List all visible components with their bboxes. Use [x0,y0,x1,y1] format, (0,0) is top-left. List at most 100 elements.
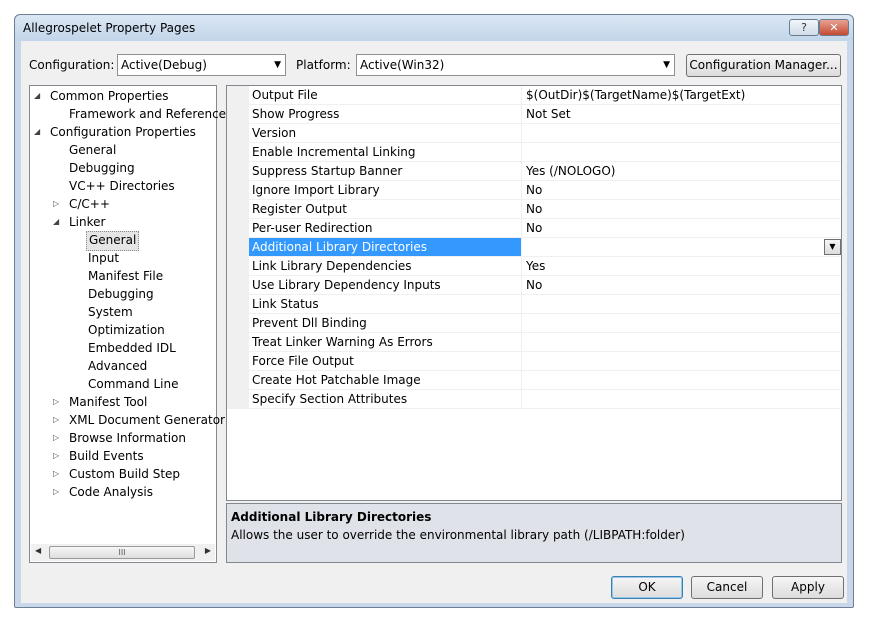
tree-item[interactable]: General [86,231,140,251]
property-value[interactable] [523,314,841,332]
property-row[interactable]: Suppress Startup Banner Yes (/NOLOGO) [249,162,841,181]
property-name[interactable]: Per-user Redirection [249,219,522,237]
property-name[interactable]: Link Library Dependencies [249,257,522,275]
property-value[interactable]: No [523,276,841,294]
property-row[interactable]: Use Library Dependency Inputs No [249,276,841,295]
property-grid[interactable]: Output File $(OutDir)$(TargetName)$(Targe… [226,85,842,501]
tree-item[interactable]: Configuration Properties [48,123,198,141]
property-name[interactable]: Force File Output [249,352,522,370]
tree-item[interactable]: VC++ Directories [67,177,177,195]
property-value[interactable] [523,390,841,408]
property-value[interactable] [523,333,841,351]
property-value[interactable] [523,124,841,142]
apply-button[interactable]: Apply [772,576,844,599]
tree-item[interactable]: Manifest Tool [67,393,149,411]
scroll-left-icon[interactable]: ◀ [35,546,41,555]
property-name[interactable]: Output File [249,86,522,104]
tree-item[interactable]: Manifest File [86,267,165,285]
tree-item[interactable]: General [67,141,118,159]
tree-item[interactable]: System [86,303,135,321]
property-name[interactable]: Enable Incremental Linking [249,143,522,161]
expand-arrow-icon[interactable]: ▷ [53,195,59,213]
property-tree[interactable]: ◢ Common Properties Framework and Referenc… [29,85,232,563]
property-value[interactable] [523,143,841,161]
ok-button[interactable]: OK [611,576,683,599]
property-name[interactable]: Link Status [249,295,522,313]
property-row[interactable]: Additional Library Directories ▼ [249,238,841,257]
title-bar[interactable]: Allegrospelet Property Pages ? ✕ [15,15,853,41]
property-row[interactable]: Prevent Dll Binding [249,314,841,333]
property-row[interactable]: Ignore Import Library No [249,181,841,200]
property-value[interactable] [523,352,841,370]
property-row[interactable]: Enable Incremental Linking [249,143,841,162]
tree-horizontal-scrollbar[interactable]: ◀ III ▶ [31,544,215,561]
tree-item[interactable]: Embedded IDL [86,339,178,357]
property-row[interactable]: Register Output No [249,200,841,219]
property-value[interactable]: Yes (/NOLOGO) [523,162,841,180]
property-name[interactable]: Show Progress [249,105,522,123]
property-name[interactable]: Version [249,124,522,142]
configuration-dropdown[interactable]: Active(Debug) ▼ [117,54,286,76]
scroll-thumb[interactable]: III [49,546,195,559]
expand-arrow-icon[interactable]: ▷ [53,411,59,429]
property-value[interactable]: No [523,219,841,237]
help-button[interactable]: ? [789,19,819,36]
property-value[interactable]: $(OutDir)$(TargetName)$(TargetExt) [523,86,841,104]
property-value[interactable]: Not Set [523,105,841,123]
collapse-arrow-icon[interactable]: ◢ [34,123,40,141]
property-row[interactable]: Treat Linker Warning As Errors [249,333,841,352]
property-value[interactable] [523,295,841,313]
tree-item[interactable]: Optimization [86,321,167,339]
tree-item[interactable]: XML Document Generator [67,411,227,429]
tree-item[interactable]: Input [86,249,121,267]
property-name[interactable]: Prevent Dll Binding [249,314,522,332]
tree-item[interactable]: Build Events [67,447,146,465]
property-name[interactable]: Use Library Dependency Inputs [249,276,522,294]
property-name[interactable]: Register Output [249,200,522,218]
property-row[interactable]: Link Library Dependencies Yes [249,257,841,276]
configuration-manager-button[interactable]: Configuration Manager... [686,54,841,77]
tree-item[interactable]: Code Analysis [67,483,155,501]
property-row[interactable]: Specify Section Attributes [249,390,841,409]
property-value[interactable]: No [523,200,841,218]
close-button[interactable]: ✕ [819,19,849,36]
property-name[interactable]: Additional Library Directories [249,238,522,256]
property-value[interactable]: No [523,181,841,199]
tree-item[interactable]: Command Line [86,375,181,393]
property-value[interactable] [523,238,841,256]
property-name[interactable]: Specify Section Attributes [249,390,522,408]
chevron-down-icon[interactable]: ▼ [824,239,841,255]
tree-item[interactable]: Common Properties [48,87,171,105]
tree-item[interactable]: Advanced [86,357,149,375]
property-row[interactable]: Force File Output [249,352,841,371]
tree-item[interactable]: C/C++ [67,195,112,213]
property-row[interactable]: Version [249,124,841,143]
property-row[interactable]: Link Status [249,295,841,314]
property-name[interactable]: Treat Linker Warning As Errors [249,333,522,351]
property-value[interactable]: Yes [523,257,841,275]
expand-arrow-icon[interactable]: ▷ [53,483,59,501]
property-name[interactable]: Ignore Import Library [249,181,522,199]
property-row[interactable]: Output File $(OutDir)$(TargetName)$(Targe… [249,86,841,105]
expand-arrow-icon[interactable]: ▷ [53,393,59,411]
collapse-arrow-icon[interactable]: ◢ [34,87,40,105]
tree-item[interactable]: Linker [67,213,107,231]
property-name[interactable]: Suppress Startup Banner [249,162,522,180]
tree-item[interactable]: Browse Information [67,429,188,447]
tree-item[interactable]: Debugging [67,159,137,177]
cancel-button[interactable]: Cancel [691,576,763,599]
collapse-arrow-icon[interactable]: ◢ [53,213,59,231]
platform-dropdown[interactable]: Active(Win32) ▼ [356,54,675,76]
property-row[interactable]: Per-user Redirection No [249,219,841,238]
expand-arrow-icon[interactable]: ▷ [53,465,59,483]
tree-item[interactable]: Custom Build Step [67,465,182,483]
property-value[interactable] [523,371,841,389]
tree-item[interactable]: Framework and References [67,105,234,123]
property-name[interactable]: Create Hot Patchable Image [249,371,522,389]
tree-item[interactable]: Debugging [86,285,156,303]
scroll-right-icon[interactable]: ▶ [205,546,211,555]
expand-arrow-icon[interactable]: ▷ [53,447,59,465]
property-row[interactable]: Create Hot Patchable Image [249,371,841,390]
expand-arrow-icon[interactable]: ▷ [53,429,59,447]
property-row[interactable]: Show Progress Not Set [249,105,841,124]
